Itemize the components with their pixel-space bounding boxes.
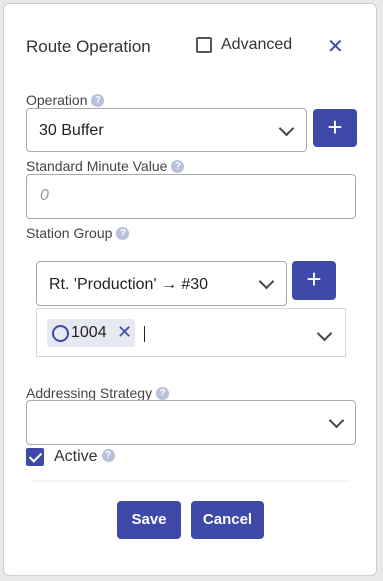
addressing-label-row: Addressing Strategy?	[26, 385, 170, 401]
remove-chip-icon[interactable]: ✕	[117, 322, 132, 343]
advanced-checkbox[interactable]	[196, 37, 212, 53]
help-icon[interactable]: ?	[171, 159, 185, 173]
operation-label-row: Operation?	[26, 92, 105, 108]
text-cursor[interactable]	[144, 326, 145, 342]
chevron-down-icon	[258, 273, 275, 290]
help-icon[interactable]: ?	[101, 449, 115, 463]
active-label-row: Active?	[54, 448, 115, 466]
chevron-down-icon	[278, 120, 295, 137]
smv-input[interactable]: 0	[26, 174, 356, 219]
checkmark-icon	[28, 449, 43, 463]
chevron-down-icon	[328, 412, 345, 429]
station-multiselect[interactable]: 1004 ✕	[36, 308, 346, 357]
smv-label-row: Standard Minute Value?	[26, 158, 185, 174]
add-operation-button[interactable]: +	[313, 109, 357, 147]
cancel-button[interactable]: Cancel	[191, 501, 264, 539]
save-button[interactable]: Save	[117, 501, 181, 539]
add-station-group-button[interactable]: +	[292, 261, 336, 300]
chevron-down-icon[interactable]	[316, 325, 333, 342]
active-checkbox[interactable]	[26, 448, 44, 466]
divider	[32, 480, 350, 483]
circle-icon	[52, 325, 69, 342]
advanced-label[interactable]: Advanced	[221, 36, 292, 54]
addressing-label: Addressing Strategy	[26, 385, 153, 401]
smv-label: Standard Minute Value	[26, 158, 168, 174]
station-chip-label: 1004	[71, 324, 107, 341]
addressing-select[interactable]	[26, 400, 356, 445]
station-group-label: Station Group	[26, 225, 113, 241]
operation-select-value: 30 Buffer	[39, 122, 104, 139]
help-icon[interactable]: ?	[156, 386, 170, 400]
operation-label: Operation	[26, 92, 88, 108]
smv-placeholder: 0	[40, 187, 49, 204]
route-operation-dialog: Route Operation Advanced ✕ Operation? 30…	[3, 3, 377, 576]
station-group-select-value: Rt. 'Production' → #30	[49, 276, 209, 293]
station-group-label-row: Station Group?	[26, 225, 130, 241]
dialog-title: Route Operation	[26, 37, 151, 56]
help-icon[interactable]: ?	[116, 226, 130, 240]
station-group-select[interactable]: Rt. 'Production' → #30	[36, 261, 287, 306]
close-icon[interactable]: ✕	[327, 34, 344, 59]
active-label[interactable]: Active	[54, 448, 98, 465]
operation-select[interactable]: 30 Buffer	[26, 108, 307, 152]
station-chip: 1004 ✕	[47, 319, 135, 347]
help-icon[interactable]: ?	[91, 93, 105, 107]
